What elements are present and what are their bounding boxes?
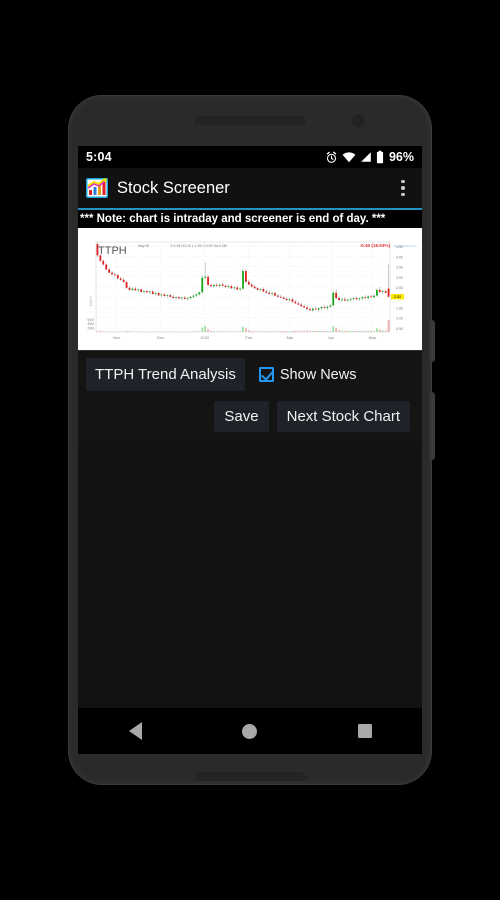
stock-chart-panel[interactable]: 4.504.003.503.002.502.001.501.000.50NovD… bbox=[78, 228, 422, 350]
volume-button[interactable] bbox=[430, 392, 435, 460]
overflow-menu-icon[interactable] bbox=[392, 174, 414, 202]
svg-text:StockCharts.com: StockCharts.com bbox=[394, 244, 417, 248]
status-clock: 5:04 bbox=[86, 150, 112, 164]
svg-text:Mar: Mar bbox=[287, 335, 295, 340]
svg-text:May 08: May 08 bbox=[138, 244, 149, 248]
svg-text:Nov: Nov bbox=[113, 335, 120, 340]
wifi-icon bbox=[342, 152, 356, 163]
back-nav-button[interactable] bbox=[111, 708, 159, 754]
overflow-dot bbox=[401, 186, 405, 190]
battery-icon bbox=[376, 150, 384, 164]
stock-chart[interactable]: 4.504.003.503.002.502.001.501.000.50NovD… bbox=[78, 228, 422, 350]
show-news-label: Show News bbox=[279, 366, 357, 383]
controls-panel: TTPH Trend Analysis Show News Save Next … bbox=[78, 350, 422, 442]
svg-text:4.00: 4.00 bbox=[396, 255, 403, 259]
home-nav-icon bbox=[242, 723, 258, 739]
earpiece-speaker-icon bbox=[194, 116, 306, 125]
controls-row-primary: TTPH Trend Analysis Show News bbox=[86, 358, 414, 391]
app-bar: Stock Screener bbox=[78, 168, 422, 208]
svg-text:2020: 2020 bbox=[200, 335, 210, 340]
overflow-dot bbox=[401, 179, 405, 184]
recents-nav-icon bbox=[357, 724, 372, 738]
overflow-dot bbox=[401, 192, 405, 197]
svg-text:1.00: 1.00 bbox=[396, 317, 403, 321]
svg-text:Feb: Feb bbox=[245, 335, 253, 340]
save-button[interactable]: Save bbox=[214, 401, 269, 432]
recents-nav-button[interactable] bbox=[341, 708, 389, 754]
next-stock-chart-button[interactable]: Next Stock Chart bbox=[276, 401, 410, 432]
svg-text:20M: 20M bbox=[87, 326, 94, 330]
note-banner: *** Note: chart is intraday and screener… bbox=[78, 210, 422, 228]
svg-text:-0.40 (16.53%): -0.40 (16.53%) bbox=[360, 243, 391, 248]
svg-text:Apr: Apr bbox=[328, 335, 335, 340]
svg-text:May: May bbox=[369, 335, 377, 340]
phone-screen: 5:04 96% Stock Screener *** Note: chart … bbox=[78, 146, 422, 754]
android-nav-bar bbox=[78, 708, 422, 754]
home-nav-button[interactable] bbox=[226, 708, 274, 754]
status-bar: 5:04 96% bbox=[78, 146, 422, 168]
signal-icon bbox=[361, 152, 371, 162]
power-button[interactable] bbox=[430, 320, 435, 362]
phone-bottom-pill bbox=[194, 772, 306, 781]
svg-text:Dec: Dec bbox=[157, 335, 164, 340]
svg-text:0.50: 0.50 bbox=[396, 327, 403, 331]
stock-screener-app-icon bbox=[86, 178, 108, 198]
svg-text:2.50: 2.50 bbox=[396, 286, 403, 290]
battery-percent-label: 96% bbox=[388, 150, 414, 164]
page-title: Stock Screener bbox=[117, 178, 230, 197]
svg-text:3.00: 3.00 bbox=[396, 276, 403, 280]
show-news-checkbox[interactable] bbox=[258, 367, 274, 382]
alarm-icon bbox=[326, 151, 337, 163]
svg-text:DAILY: DAILY bbox=[89, 295, 93, 306]
svg-text:2.02: 2.02 bbox=[394, 295, 401, 299]
front-camera-icon bbox=[352, 114, 365, 127]
back-nav-icon bbox=[128, 722, 142, 740]
svg-text:3.50: 3.50 bbox=[396, 266, 403, 270]
controls-row-secondary: Save Next Stock Chart bbox=[86, 401, 414, 432]
show-news-checkbox-group[interactable]: Show News bbox=[258, 366, 357, 383]
svg-text:O:2.15 H:2.20 L:1.94 C:2.02: O:2.15 H:2.20 L:1.94 C:2.02 Vol:4.2M bbox=[170, 244, 227, 248]
svg-text:TTPH: TTPH bbox=[98, 245, 127, 257]
status-icons: 96% bbox=[325, 150, 414, 164]
svg-text:1.50: 1.50 bbox=[396, 306, 403, 310]
trend-analysis-button[interactable]: TTPH Trend Analysis bbox=[86, 358, 245, 391]
